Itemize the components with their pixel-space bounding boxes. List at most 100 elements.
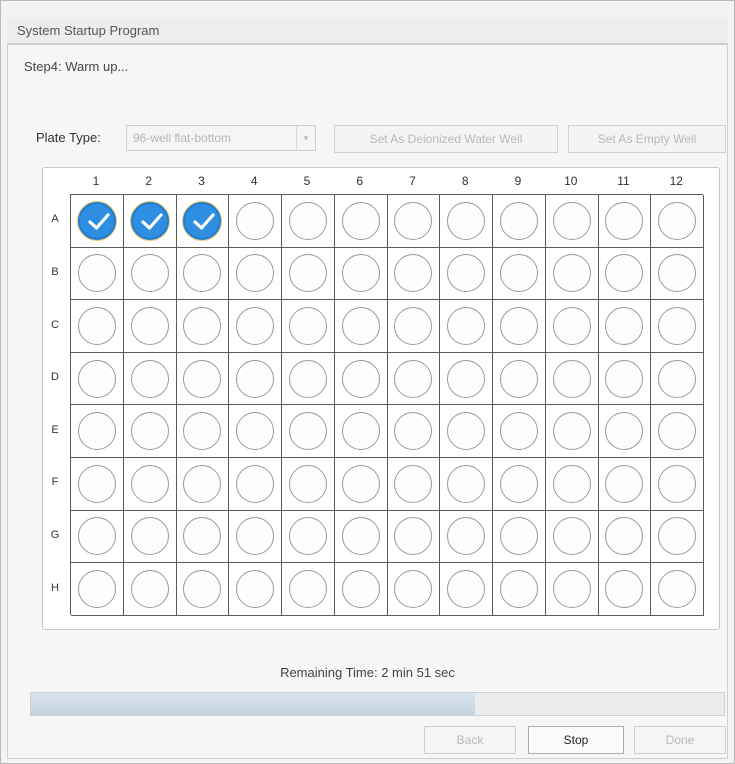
- stop-button[interactable]: Stop: [528, 726, 624, 754]
- well-C2[interactable]: [130, 306, 169, 345]
- well-H3[interactable]: [183, 569, 222, 608]
- well-E12[interactable]: [658, 412, 697, 451]
- well-C12[interactable]: [658, 306, 697, 345]
- well-A1[interactable]: [77, 201, 116, 240]
- well-G4[interactable]: [236, 517, 275, 556]
- well-C10[interactable]: [552, 306, 591, 345]
- well-C7[interactable]: [394, 306, 433, 345]
- well-B3[interactable]: [183, 254, 222, 293]
- well-A2[interactable]: [130, 201, 169, 240]
- well-F10[interactable]: [552, 464, 591, 503]
- well-D7[interactable]: [394, 359, 433, 398]
- well-A8[interactable]: [447, 201, 486, 240]
- well-H10[interactable]: [552, 569, 591, 608]
- well-F8[interactable]: [447, 464, 486, 503]
- plate-type-select[interactable]: 96-well flat-bottom ▾: [126, 125, 316, 151]
- well-E9[interactable]: [499, 412, 538, 451]
- well-H1[interactable]: [77, 569, 116, 608]
- well-E8[interactable]: [447, 412, 486, 451]
- well-B2[interactable]: [130, 254, 169, 293]
- well-E4[interactable]: [236, 412, 275, 451]
- well-A9[interactable]: [499, 201, 538, 240]
- well-D10[interactable]: [552, 359, 591, 398]
- done-button[interactable]: Done: [634, 726, 726, 754]
- well-A7[interactable]: [394, 201, 433, 240]
- well-C6[interactable]: [341, 306, 380, 345]
- well-H4[interactable]: [236, 569, 275, 608]
- well-G6[interactable]: [341, 517, 380, 556]
- well-F2[interactable]: [130, 464, 169, 503]
- well-H6[interactable]: [341, 569, 380, 608]
- well-D3[interactable]: [183, 359, 222, 398]
- well-D6[interactable]: [341, 359, 380, 398]
- well-G9[interactable]: [499, 517, 538, 556]
- well-A10[interactable]: [552, 201, 591, 240]
- well-H8[interactable]: [447, 569, 486, 608]
- well-D8[interactable]: [447, 359, 486, 398]
- well-B4[interactable]: [236, 254, 275, 293]
- well-H9[interactable]: [499, 569, 538, 608]
- well-C4[interactable]: [236, 306, 275, 345]
- well-B8[interactable]: [447, 254, 486, 293]
- well-G8[interactable]: [447, 517, 486, 556]
- well-B1[interactable]: [77, 254, 116, 293]
- well-E3[interactable]: [183, 412, 222, 451]
- well-E6[interactable]: [341, 412, 380, 451]
- well-H5[interactable]: [288, 569, 327, 608]
- well-F9[interactable]: [499, 464, 538, 503]
- well-B7[interactable]: [394, 254, 433, 293]
- well-A11[interactable]: [605, 201, 644, 240]
- well-C8[interactable]: [447, 306, 486, 345]
- well-H7[interactable]: [394, 569, 433, 608]
- well-G7[interactable]: [394, 517, 433, 556]
- well-F5[interactable]: [288, 464, 327, 503]
- well-E7[interactable]: [394, 412, 433, 451]
- well-D12[interactable]: [658, 359, 697, 398]
- well-G1[interactable]: [77, 517, 116, 556]
- well-G12[interactable]: [658, 517, 697, 556]
- well-D4[interactable]: [236, 359, 275, 398]
- well-B11[interactable]: [605, 254, 644, 293]
- well-A5[interactable]: [288, 201, 327, 240]
- back-button[interactable]: Back: [424, 726, 516, 754]
- well-F3[interactable]: [183, 464, 222, 503]
- well-B12[interactable]: [658, 254, 697, 293]
- well-E5[interactable]: [288, 412, 327, 451]
- well-E10[interactable]: [552, 412, 591, 451]
- well-D2[interactable]: [130, 359, 169, 398]
- well-A4[interactable]: [236, 201, 275, 240]
- well-G5[interactable]: [288, 517, 327, 556]
- well-G2[interactable]: [130, 517, 169, 556]
- chevron-down-icon[interactable]: ▾: [296, 126, 315, 150]
- well-D1[interactable]: [77, 359, 116, 398]
- well-F1[interactable]: [77, 464, 116, 503]
- well-G3[interactable]: [183, 517, 222, 556]
- well-A12[interactable]: [658, 201, 697, 240]
- well-C5[interactable]: [288, 306, 327, 345]
- well-G11[interactable]: [605, 517, 644, 556]
- well-F11[interactable]: [605, 464, 644, 503]
- well-H11[interactable]: [605, 569, 644, 608]
- well-G10[interactable]: [552, 517, 591, 556]
- well-F4[interactable]: [236, 464, 275, 503]
- well-C1[interactable]: [77, 306, 116, 345]
- well-F7[interactable]: [394, 464, 433, 503]
- well-B6[interactable]: [341, 254, 380, 293]
- well-A3[interactable]: [183, 201, 222, 240]
- well-F6[interactable]: [341, 464, 380, 503]
- well-B5[interactable]: [288, 254, 327, 293]
- well-E11[interactable]: [605, 412, 644, 451]
- well-A6[interactable]: [341, 201, 380, 240]
- set-empty-well-button[interactable]: Set As Empty Well: [568, 125, 726, 153]
- well-E2[interactable]: [130, 412, 169, 451]
- well-D9[interactable]: [499, 359, 538, 398]
- well-H12[interactable]: [658, 569, 697, 608]
- well-F12[interactable]: [658, 464, 697, 503]
- well-B10[interactable]: [552, 254, 591, 293]
- well-C9[interactable]: [499, 306, 538, 345]
- well-C11[interactable]: [605, 306, 644, 345]
- set-deionized-water-well-button[interactable]: Set As Deionized Water Well: [334, 125, 558, 153]
- well-C3[interactable]: [183, 306, 222, 345]
- well-E1[interactable]: [77, 412, 116, 451]
- well-D5[interactable]: [288, 359, 327, 398]
